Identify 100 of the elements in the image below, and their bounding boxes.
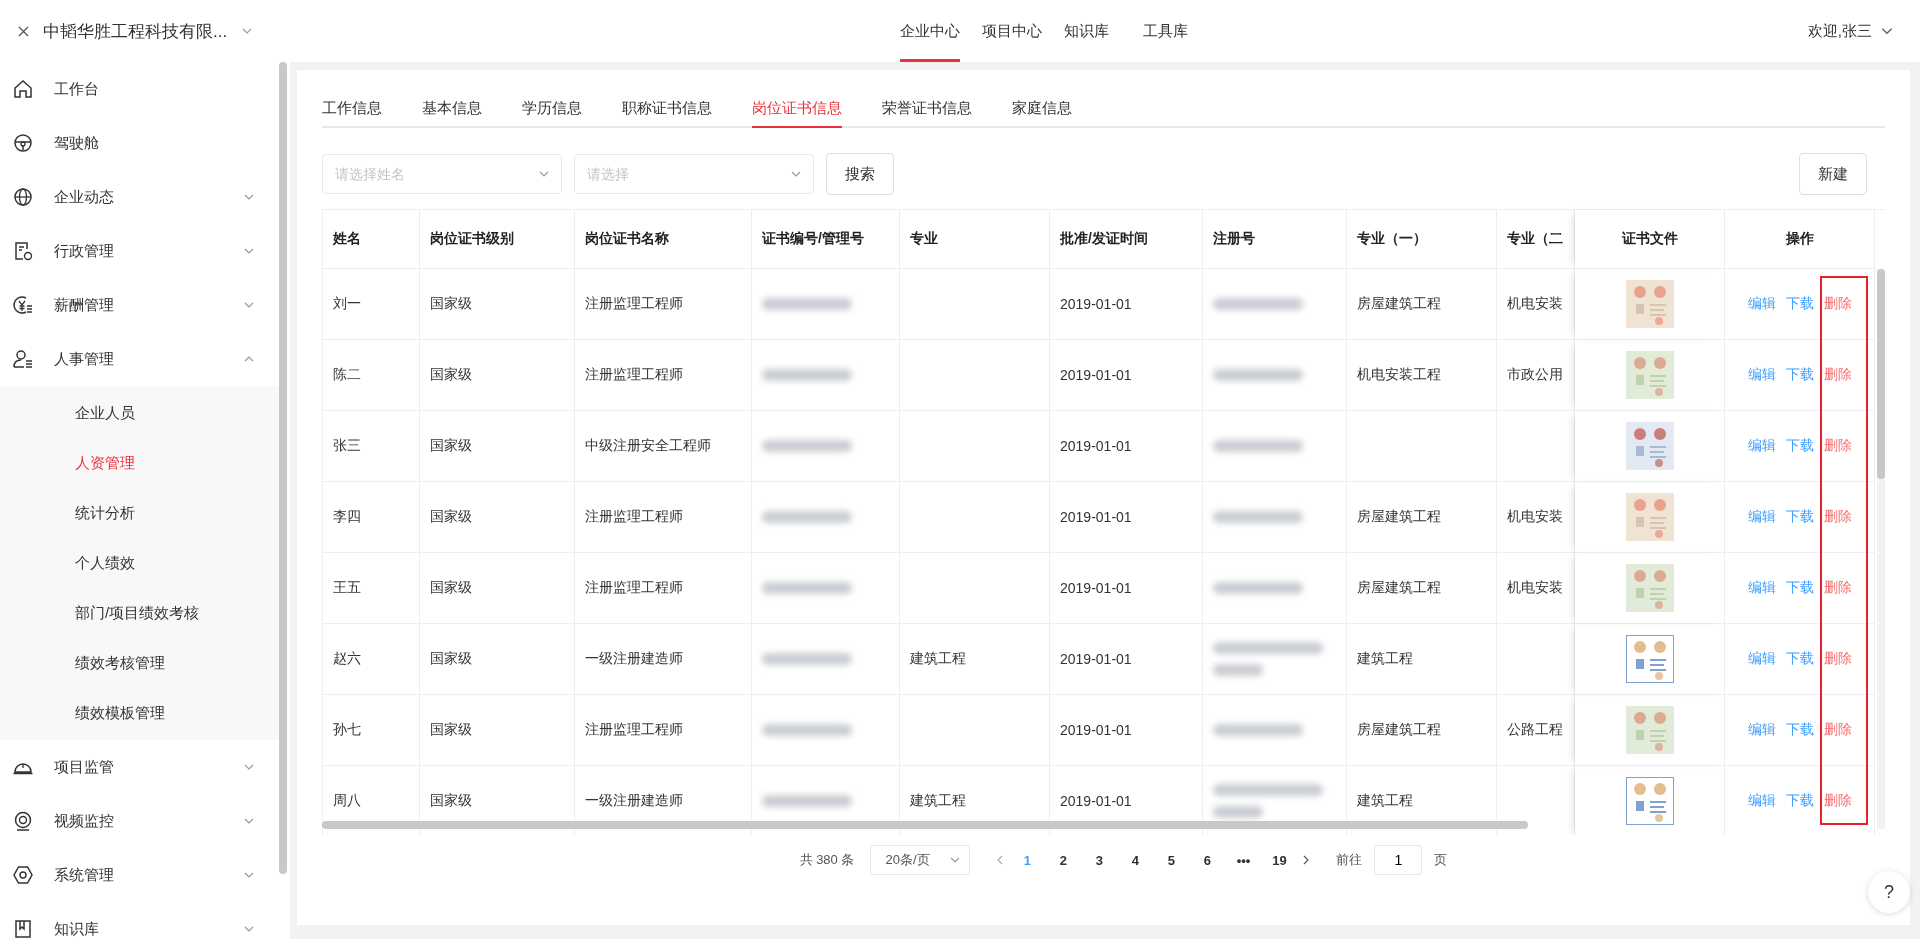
sidebar-item[interactable]: 系统管理 (0, 848, 279, 902)
table-cell: 国家级 (420, 411, 575, 482)
table-cell: 机电安装 (1497, 553, 1575, 624)
scrollbar[interactable] (1877, 269, 1885, 479)
table-cell: 机电安装工程 (1347, 340, 1497, 411)
sidebar-item[interactable]: 知识库 (0, 902, 279, 939)
submenu-item[interactable]: 绩效考核管理 (0, 638, 279, 688)
table-cell: 李四 (322, 482, 420, 553)
submenu-item[interactable]: 人资管理 (0, 438, 279, 488)
new-button[interactable]: 新建 (1799, 153, 1867, 195)
column-header: 专业（一） (1347, 210, 1497, 269)
tab[interactable]: 工作信息 (322, 99, 382, 128)
table-cell: 张三 (322, 411, 420, 482)
column-header: 操作 (1725, 210, 1875, 269)
sidebar-item[interactable]: 人事管理 (0, 332, 279, 386)
globe-icon (12, 186, 34, 208)
table-cell: 2019-01-01 (1050, 482, 1203, 553)
submenu-item[interactable]: 统计分析 (0, 488, 279, 538)
table-cell: 刘一 (322, 269, 420, 340)
table-cell: 2019-01-01 (1050, 624, 1203, 695)
page-button[interactable]: 3 (1084, 845, 1115, 875)
page-size-select[interactable]: 20条/页 (870, 845, 971, 875)
page-button[interactable]: 2 (1048, 845, 1079, 875)
table-cell: 赵六 (322, 624, 420, 695)
company-name[interactable]: 中韬华胜工程科技有限... (43, 19, 228, 43)
table-cell: 一级注册建造师 (575, 624, 752, 695)
column-header: 岗位证书名称 (575, 210, 752, 269)
scrollbar[interactable] (279, 62, 287, 874)
sidebar-item[interactable]: 驾驶舱 (0, 116, 279, 170)
page-unit: 页 (1434, 851, 1448, 869)
table-cell: 2019-01-01 (1050, 695, 1203, 766)
tab[interactable]: 基本信息 (422, 99, 482, 128)
table-cell: 国家级 (420, 482, 575, 553)
hexagon-icon (12, 864, 34, 886)
select-field[interactable]: 请选择姓名 (322, 154, 562, 194)
table-cell: 机电安装 (1497, 482, 1575, 553)
table-cell: 注册监理工程师 (575, 695, 752, 766)
column-header: 专业 (900, 210, 1050, 269)
submenu-item[interactable]: 部门/项目绩效考核 (0, 588, 279, 638)
goto-label: 前往 (1336, 851, 1363, 869)
page-button[interactable]: 19 (1264, 845, 1295, 875)
user-menu[interactable]: 欢迎,张三 (1801, 20, 1900, 42)
sidebar-item[interactable]: 工作台 (0, 62, 279, 116)
table-cell: 注册监理工程师 (575, 340, 752, 411)
page-button[interactable]: 5 (1156, 845, 1187, 875)
total-count: 共 380 条 (799, 851, 855, 869)
table-cell: 2019-01-01 (1050, 411, 1203, 482)
submenu-item[interactable]: 个人绩效 (0, 538, 279, 588)
nav-tab[interactable]: 知识库 (1064, 0, 1109, 62)
nav-tab[interactable]: 工具库 (1143, 0, 1188, 62)
table-cell: 房屋建筑工程 (1347, 482, 1497, 553)
page-button[interactable]: ••• (1228, 845, 1259, 875)
nav-tab[interactable]: 项目中心 (982, 0, 1042, 62)
sidebar-item[interactable]: 行政管理 (0, 224, 279, 278)
column-header: 证书编号/管理号 (752, 210, 900, 269)
column-header: 岗位证书级别 (420, 210, 575, 269)
tab[interactable]: 岗位证书信息 (752, 99, 842, 128)
table-cell: 市政公用 (1497, 340, 1575, 411)
search-button[interactable]: 搜索 (826, 153, 894, 195)
table-cell: 王五 (322, 553, 420, 624)
table-cell: 房屋建筑工程 (1347, 553, 1497, 624)
column-header: 证书文件 (1575, 210, 1725, 269)
table-cell: 机电安装 (1497, 269, 1575, 340)
table-cell: 2019-01-01 (1050, 340, 1203, 411)
table-cell: 注册监理工程师 (575, 482, 752, 553)
tab[interactable]: 荣誉证书信息 (882, 99, 972, 128)
home-icon (12, 78, 34, 100)
page-button[interactable]: 4 (1120, 845, 1151, 875)
steering-wheel-icon (12, 132, 34, 154)
yen-coin-icon (12, 294, 34, 316)
table-cell: 2019-01-01 (1050, 269, 1203, 340)
help-button[interactable]: ? (1868, 871, 1910, 913)
table-cell: 注册监理工程师 (575, 269, 752, 340)
select-field[interactable]: 请选择 (574, 154, 814, 194)
sidebar-item[interactable]: 视频监控 (0, 794, 279, 848)
table-cell: 国家级 (420, 340, 575, 411)
sidebar-item[interactable]: 项目监管 (0, 740, 279, 794)
table-cell: 中级注册安全工程师 (575, 411, 752, 482)
tab[interactable]: 学历信息 (522, 99, 582, 128)
table-cell: 孙七 (322, 695, 420, 766)
submenu-item[interactable]: 企业人员 (0, 388, 279, 438)
table-cell: 国家级 (420, 553, 575, 624)
table-cell: 2019-01-01 (1050, 553, 1203, 624)
table-cell: 国家级 (420, 269, 575, 340)
scrollbar[interactable] (322, 821, 1528, 829)
book-icon (12, 918, 34, 939)
person-list-icon (12, 348, 34, 370)
tab[interactable]: 家庭信息 (1012, 99, 1072, 128)
document-gear-icon (12, 240, 34, 262)
submenu-item[interactable]: 绩效模板管理 (0, 688, 279, 738)
sidebar-item[interactable]: 薪酬管理 (0, 278, 279, 332)
tab[interactable]: 职称证书信息 (622, 99, 712, 128)
table-cell: 陈二 (322, 340, 420, 411)
table-cell: 房屋建筑工程 (1347, 695, 1497, 766)
table-cell: 公路工程 (1497, 695, 1575, 766)
table-cell: 注册监理工程师 (575, 553, 752, 624)
sidebar-item[interactable]: 企业动态 (0, 170, 279, 224)
page-input[interactable]: 1 (1374, 845, 1423, 875)
page-button[interactable]: 6 (1192, 845, 1223, 875)
close-icon[interactable] (18, 25, 29, 37)
